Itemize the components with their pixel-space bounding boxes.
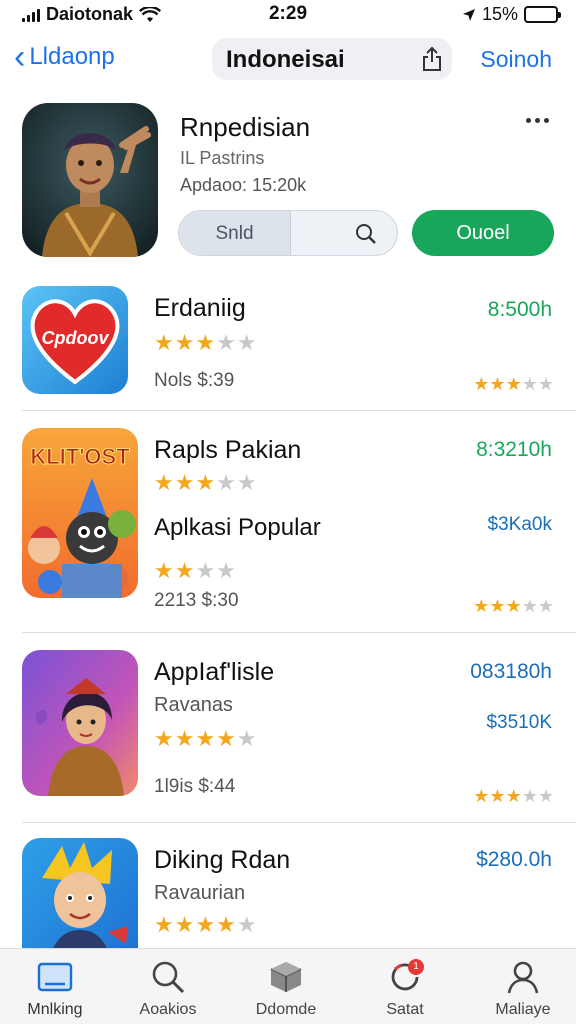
app-icon[interactable]: KLIT'OST	[22, 428, 138, 598]
rating-stars: ★★★★	[154, 558, 237, 583]
status-right: 15%	[462, 4, 561, 25]
app-price[interactable]: 083180h	[470, 660, 552, 684]
app-name: Diking Rdan	[154, 846, 291, 874]
tab-label: Ddomde	[255, 1001, 317, 1018]
tab-label: Satat	[386, 1001, 424, 1018]
featured-app-icon[interactable]	[22, 103, 158, 257]
app-icon-text: Cpdoov	[42, 328, 110, 348]
tab-label: Maliaye	[495, 1001, 551, 1018]
rating-stars-right: ★★★★★	[473, 786, 554, 806]
share-icon[interactable]	[420, 46, 444, 72]
back-label: Lldaonp	[29, 43, 115, 70]
app-price[interactable]: 8:3210h	[476, 438, 552, 462]
tab-updates[interactable]: 1 Satat	[350, 959, 460, 1019]
get-button[interactable]: Ouoel	[412, 210, 554, 256]
divider	[22, 410, 576, 411]
updates-badge: 1	[408, 959, 424, 975]
box-icon	[231, 959, 341, 995]
rating-stars: ★★★★★	[154, 470, 258, 495]
app-meta: Nols $:39	[154, 370, 235, 391]
app-name: Rapls Pakian	[154, 436, 302, 464]
person-icon	[468, 959, 576, 995]
rating-stars: ★★★★★	[154, 330, 258, 355]
tab-today[interactable]: Mnlking	[0, 959, 110, 1019]
location-icon	[462, 8, 475, 21]
app-icon[interactable]	[22, 838, 138, 948]
list-item[interactable]: Cpdoov Erdaniig ★★★★★ Nols $:39 8:500h ★…	[0, 282, 576, 410]
rating-stars-right: ★★★★★	[473, 596, 554, 616]
tab-apps[interactable]: Ddomde	[231, 959, 341, 1019]
app-subtitle: Ravanas	[154, 694, 233, 716]
app-price-secondary: $3510K	[486, 712, 552, 733]
app-meta: 2213 $:30	[154, 590, 239, 611]
app-price[interactable]: 8:500h	[488, 298, 552, 322]
app-meta: 1l9is $:44	[154, 776, 236, 797]
app-subtitle: Aplkasi Popular	[154, 514, 321, 541]
featured-app-meta: Apdaoo: 15:20k	[180, 175, 307, 195]
nav-bar: ‹ Lldaonp Indoneisai Soinoh	[0, 36, 576, 82]
back-button[interactable]: ‹ Lldaonp	[14, 38, 115, 76]
search-icon[interactable]	[355, 223, 377, 245]
app-icon-text: KLIT'OST	[30, 444, 130, 469]
app-icon[interactable]	[22, 650, 138, 796]
rating-stars: ★★★★★	[154, 912, 258, 937]
chevron-left-icon: ‹	[14, 38, 26, 76]
battery-percent: 15%	[481, 4, 518, 24]
tab-profile[interactable]: Maliaye	[468, 959, 576, 1019]
divider	[22, 822, 576, 823]
updates-icon: 1	[350, 959, 460, 995]
page-title: Indoneisai	[226, 46, 345, 73]
app-price-secondary: $3Ka0k	[487, 514, 552, 535]
segmented-search-control[interactable]: Snld	[178, 210, 398, 256]
app-icon[interactable]: Cpdoov	[22, 286, 128, 394]
tab-label: Aoakios	[139, 1001, 197, 1018]
today-icon	[0, 959, 110, 995]
app-subtitle: Ravaurian	[154, 882, 246, 904]
featured-app-subtitle: IL Pastrins	[180, 148, 265, 168]
featured-app: Rnpedisian IL Pastrins Apdaoo: 15:20k Sn…	[0, 100, 576, 270]
app-name: AppIaf'lisle	[154, 658, 275, 686]
tab-search[interactable]: Aoakios	[113, 959, 223, 1019]
search-icon	[113, 959, 223, 995]
app-price[interactable]: $280.0h	[476, 848, 552, 872]
list-item[interactable]: Diking Rdan Ravaurian ★★★★★ $280.0h	[0, 836, 576, 948]
more-options-icon[interactable]	[526, 118, 549, 123]
tab-bar: Mnlking Aoakios Ddomde 1 Satat Maliaye	[0, 948, 576, 1024]
rating-stars: ★★★★★	[154, 726, 258, 751]
battery-icon	[524, 6, 561, 23]
featured-app-name: Rnpedisian	[180, 112, 311, 142]
segment-label[interactable]: Snld	[179, 211, 291, 255]
divider	[22, 632, 576, 633]
nav-right-button[interactable]: Soinoh	[480, 46, 552, 73]
tab-label: Mnlking	[27, 1001, 83, 1018]
status-bar: Daiotonak 2:29 15%	[0, 0, 576, 30]
list-item[interactable]: AppIaf'lisle Ravanas ★★★★★ 1l9is $:44 08…	[0, 646, 576, 820]
rating-stars-right: ★★★★★	[473, 374, 554, 394]
list-item[interactable]: KLIT'OST Rapls Pakian ★★★★★ Aplkasi Popu…	[0, 424, 576, 630]
app-name: Erdaniig	[154, 294, 246, 322]
